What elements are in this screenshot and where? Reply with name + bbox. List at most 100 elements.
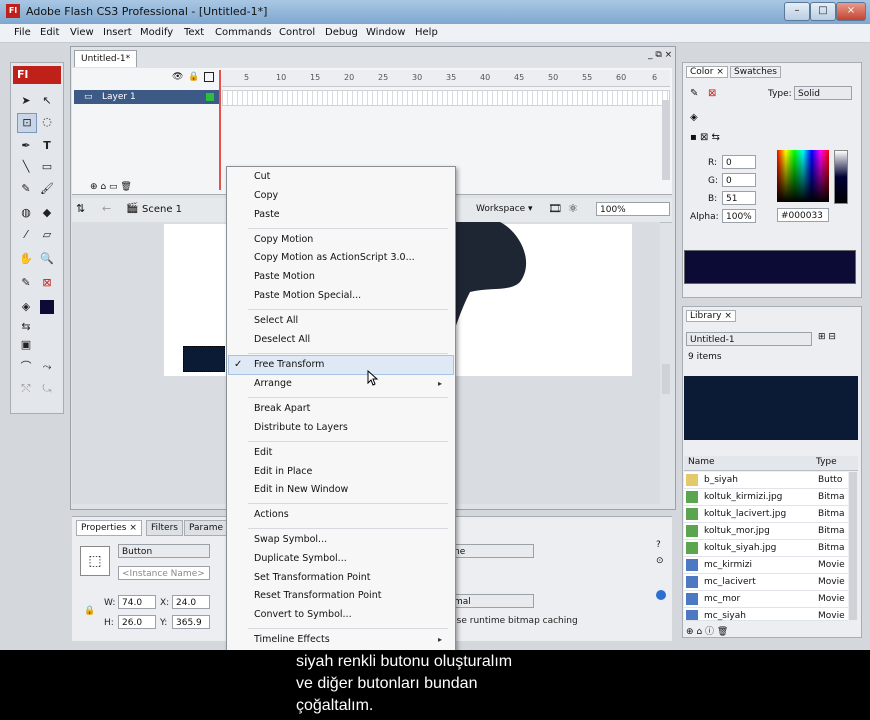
eyedropper-tool-icon[interactable]: ⁄ <box>17 226 35 244</box>
zoom-select[interactable]: 100% <box>596 202 670 216</box>
menu-copy-motion[interactable]: Copy Motion <box>254 234 313 245</box>
pin-library-icon[interactable]: ⊞ ⊟ <box>818 332 836 342</box>
swatches-tab[interactable]: Swatches <box>730 66 781 78</box>
color-tab[interactable]: Color × <box>686 66 728 78</box>
blue-input[interactable]: 51 <box>722 191 756 205</box>
minimize-button[interactable]: – <box>784 2 810 21</box>
filters-tab[interactable]: Filters <box>146 520 183 536</box>
name-column-header[interactable]: Name <box>688 457 715 467</box>
menu-edit[interactable]: Edit <box>254 447 272 458</box>
library-document-select[interactable]: Untitled-1 <box>686 332 812 346</box>
height-input[interactable]: 26.0 <box>118 615 156 629</box>
menu-arrange[interactable]: Arrange <box>254 378 292 389</box>
scene-name[interactable]: Scene 1 <box>142 204 182 215</box>
menu-free-transform[interactable]: Free Transform <box>254 359 324 370</box>
layer-row[interactable]: ▭ Layer 1 <box>74 90 220 104</box>
menu-duplicate-symbol[interactable]: Duplicate Symbol... <box>254 553 347 564</box>
red-input[interactable]: 0 <box>722 155 756 169</box>
menu-paste-motion[interactable]: Paste Motion <box>254 271 315 282</box>
menu-paste-motion-special[interactable]: Paste Motion Special... <box>254 290 361 301</box>
menu-cut[interactable]: Cut <box>254 171 270 182</box>
menu-modify[interactable]: Modify <box>140 27 173 38</box>
type-column-header[interactable]: Type <box>816 457 837 467</box>
y-input[interactable]: 365.9 <box>172 615 210 629</box>
close-button[interactable]: × <box>836 2 866 21</box>
color-effect-select[interactable]: ne <box>450 544 534 558</box>
menu-file[interactable]: File <box>14 27 31 38</box>
menu-edit[interactable]: Edit <box>40 27 59 38</box>
selected-button-instance[interactable] <box>183 346 225 372</box>
library-scrollbar[interactable] <box>849 472 857 620</box>
frame-ruler[interactable]: 5 10 15 20 25 30 35 40 45 50 55 60 6 <box>222 70 670 87</box>
stroke-color-icon[interactable]: ✎ <box>690 88 698 99</box>
fill-swatch-icon[interactable] <box>40 300 54 314</box>
blend-mode-select[interactable]: mal <box>450 594 534 608</box>
fill-color-icon[interactable]: ◈ <box>690 112 698 123</box>
ink-bottle-tool-icon[interactable]: ◍ <box>17 204 35 222</box>
menu-insert[interactable]: Insert <box>103 27 132 38</box>
menu-paste[interactable]: Paste <box>254 209 280 220</box>
text-tool-icon[interactable]: T <box>38 137 56 155</box>
maximize-button[interactable]: □ <box>810 2 836 21</box>
timeline-scrollbar[interactable] <box>662 100 670 180</box>
menu-debug[interactable]: Debug <box>325 27 358 38</box>
lasso-tool-icon[interactable]: ◌ <box>38 113 56 131</box>
subselection-tool-icon[interactable]: ↖ <box>38 92 56 110</box>
width-input[interactable]: 74.0 <box>118 595 156 609</box>
stroke-color-icon[interactable]: ✎ <box>17 274 35 292</box>
snap-icon[interactable]: ⌒ <box>17 358 35 376</box>
no-color-icon[interactable]: ⊠ <box>708 88 716 99</box>
menu-reset-transformation-point[interactable]: Reset Transformation Point <box>254 590 381 601</box>
x-input[interactable]: 24.0 <box>172 595 210 609</box>
pen-tool-icon[interactable]: ✒ <box>17 137 35 155</box>
menu-deselect-all[interactable]: Deselect All <box>254 334 310 345</box>
menu-select-all[interactable]: Select All <box>254 315 298 326</box>
menu-set-transformation-point[interactable]: Set Transformation Point <box>254 572 371 583</box>
menu-convert-to-symbol[interactable]: Convert to Symbol... <box>254 609 352 620</box>
timeline-toggle-icon[interactable]: ⇅ <box>76 202 85 215</box>
no-color-icon[interactable]: ⊠ <box>38 274 56 292</box>
frame-cells[interactable] <box>222 90 670 106</box>
eye-icon[interactable]: 👁 <box>172 72 183 82</box>
outline-icon[interactable] <box>204 72 214 82</box>
instance-name-input[interactable]: <Instance Name> <box>118 566 210 580</box>
new-symbol-icon[interactable]: ⊕ ⌂ ⓘ 🗑 <box>686 624 728 637</box>
menu-swap-symbol[interactable]: Swap Symbol... <box>254 534 327 545</box>
menu-copy[interactable]: Copy <box>254 190 278 201</box>
stage-scrollbar[interactable] <box>662 364 670 394</box>
library-row[interactable]: mc_mor Movie <box>684 591 848 608</box>
parameters-tab[interactable]: Parame <box>184 520 229 536</box>
lock-icon[interactable]: 🔒 <box>188 72 199 82</box>
menu-text[interactable]: Text <box>184 27 204 38</box>
settings-icon[interactable]: ⊙ <box>656 556 664 566</box>
fill-color-icon[interactable]: ◈ <box>17 298 35 316</box>
edit-symbol-icon[interactable]: ⚛ <box>568 202 578 215</box>
green-input[interactable]: 0 <box>722 173 756 187</box>
library-row[interactable]: b_siyah Butto <box>684 472 848 489</box>
library-row[interactable]: mc_lacivert Movie <box>684 574 848 591</box>
document-tab[interactable]: Untitled-1* <box>74 50 138 67</box>
library-row[interactable]: koltuk_lacivert.jpg Bitma <box>684 506 848 523</box>
lock-icon[interactable]: 🔒 <box>84 606 95 616</box>
bitmap-caching-label[interactable]: Jse runtime bitmap caching <box>454 616 578 626</box>
brightness-slider[interactable] <box>834 150 848 204</box>
library-tab[interactable]: Library × <box>686 310 736 322</box>
library-row[interactable]: mc_siyah Movie <box>684 608 848 621</box>
menu-edit-in-new-window[interactable]: Edit in New Window <box>254 484 348 495</box>
symbol-behavior-select[interactable]: Button <box>118 544 210 558</box>
library-row[interactable]: koltuk_mor.jpg Bitma <box>684 523 848 540</box>
smooth-icon[interactable]: ⤳ <box>38 358 56 376</box>
fill-type-select[interactable]: Solid <box>794 86 852 100</box>
rectangle-tool-icon[interactable]: ▭ <box>38 158 56 176</box>
doc-window-controls[interactable]: _ ⧉ × <box>648 50 672 60</box>
brush-tool-icon[interactable]: 🖌 <box>38 180 56 198</box>
hex-input[interactable]: #000033 <box>777 208 829 222</box>
menu-view[interactable]: View <box>70 27 94 38</box>
swap-colors-icon[interactable]: ▪ ⊠ ⇆ <box>690 132 720 143</box>
menu-break-apart[interactable]: Break Apart <box>254 403 310 414</box>
zoom-tool-icon[interactable]: 🔍 <box>38 250 56 268</box>
add-layer-icon[interactable]: ⊕ ⌂ ▭ 🗑 <box>90 182 132 192</box>
eraser-tool-icon[interactable]: ▱ <box>38 226 56 244</box>
menu-distribute-to-layers[interactable]: Distribute to Layers <box>254 422 348 433</box>
menu-commands[interactable]: Commands <box>215 27 272 38</box>
